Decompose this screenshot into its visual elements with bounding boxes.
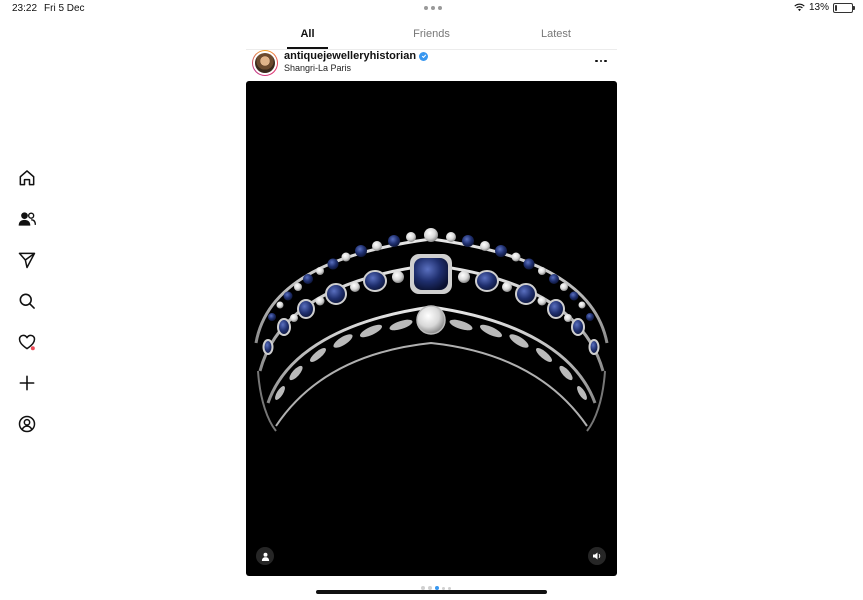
sidebar-item-search[interactable] (14, 288, 40, 314)
speaker-icon (593, 552, 601, 560)
people-icon (18, 212, 36, 226)
direct-icon (18, 252, 36, 269)
home-indicator[interactable] (316, 590, 547, 594)
more-options-icon[interactable] (593, 56, 609, 66)
tab-latest[interactable]: Latest (531, 28, 581, 40)
status-right: 13% (794, 2, 855, 13)
tab-all[interactable]: All (287, 28, 328, 40)
tagged-users-button[interactable] (256, 547, 274, 565)
heart-icon (18, 334, 36, 351)
sidebar-item-create[interactable] (14, 370, 40, 396)
status-bar: 23:22 Fri 5 Dec 13% (0, 0, 863, 18)
post-header: antiquejewelleryhistorian Shangri-La Par… (250, 50, 617, 78)
sidebar-item-profile[interactable] (14, 411, 40, 437)
profile-icon (18, 415, 36, 433)
battery-percent: 13% (808, 2, 829, 13)
status-time: 23:22 (12, 3, 38, 14)
sidebar-item-direct[interactable] (14, 247, 40, 273)
battery-icon (833, 2, 855, 13)
tab-friends[interactable]: Friends (404, 28, 459, 40)
sidebar-item-people[interactable] (14, 206, 40, 232)
status-date: Fri 5 Dec (44, 3, 85, 14)
multitasking-dots[interactable] (424, 6, 442, 10)
sidebar-item-home[interactable] (14, 165, 40, 191)
post-username[interactable]: antiquejewelleryhistorian (284, 50, 416, 62)
tiara-photo (254, 228, 609, 432)
post-username-row: antiquejewelleryhistorian (284, 50, 429, 62)
mute-button[interactable] (588, 547, 606, 565)
post-media[interactable] (246, 81, 617, 576)
avatar[interactable] (252, 50, 278, 76)
sidebar-item-activity[interactable] (14, 329, 40, 355)
plus-icon (19, 375, 35, 391)
verified-badge-icon (419, 51, 429, 61)
search-icon (19, 293, 35, 309)
feed-tabs: All Friends Latest (246, 22, 617, 50)
home-icon (19, 170, 35, 186)
post-location[interactable]: Shangri-La Paris (284, 63, 351, 73)
wifi-icon (794, 3, 805, 12)
notification-dot (30, 346, 35, 351)
person-icon (261, 552, 269, 561)
